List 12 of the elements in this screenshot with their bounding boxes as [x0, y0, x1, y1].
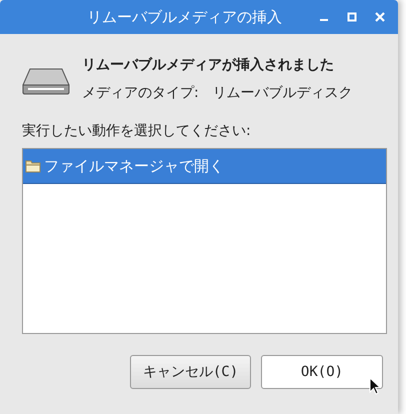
- folder-icon: [25, 159, 41, 173]
- drive-icon: [22, 67, 70, 95]
- maximize-icon[interactable]: [346, 11, 358, 23]
- prompt-label: 実行したい動作を選択してください:: [22, 122, 252, 140]
- media-type-text: メディアのタイプ: リムーバブルディスク: [82, 84, 353, 102]
- dialog-heading: リムーバブルメディアが挿入されました: [82, 56, 335, 74]
- close-icon[interactable]: [374, 11, 386, 23]
- window-title: リムーバブルメディアの挿入: [87, 8, 282, 26]
- action-item[interactable]: ファイルマネージャで開く: [23, 149, 386, 184]
- dialog-button[interactable]: OK(O): [261, 355, 383, 389]
- dialog-button[interactable]: キャンセル(C): [130, 355, 251, 389]
- mouse-pointer-icon: [369, 377, 381, 395]
